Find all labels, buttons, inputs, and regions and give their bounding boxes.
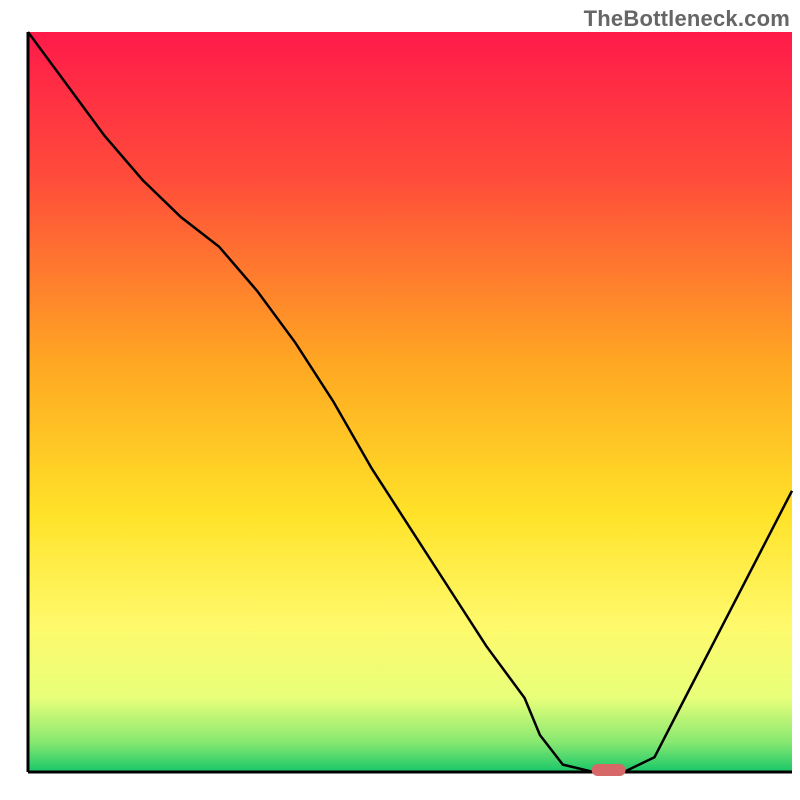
bottleneck-chart [0, 0, 800, 800]
watermark: TheBottleneck.com [584, 6, 790, 32]
optimum-marker [592, 764, 626, 776]
plot-background [28, 32, 792, 772]
